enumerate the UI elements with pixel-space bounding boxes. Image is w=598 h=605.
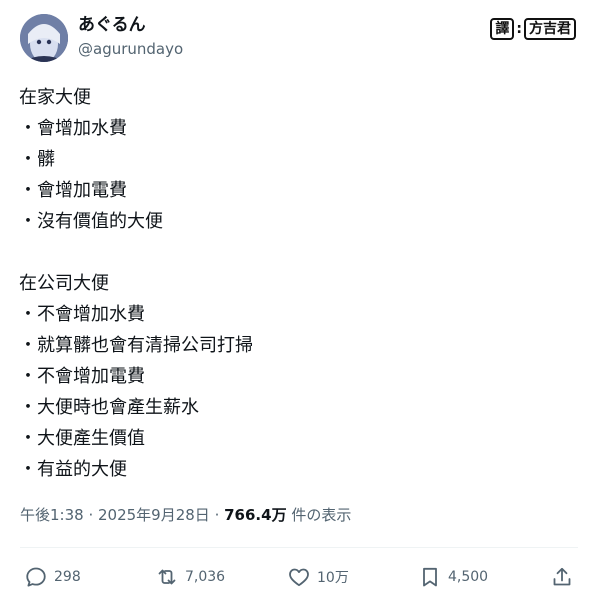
bookmark-icon xyxy=(423,567,437,587)
heart-icon xyxy=(289,568,309,587)
like-count: 10万 xyxy=(317,570,349,586)
post-date[interactable]: 2025年9月28日 xyxy=(98,506,210,524)
reply-icon xyxy=(26,567,46,587)
like-button[interactable]: 10万 xyxy=(287,560,349,594)
tweet-card: あぐるん @agurundayo 譯 : 方吉君 在家大便 ・會增加水費 ・髒 … xyxy=(0,0,598,605)
meta-separator: · xyxy=(83,506,98,524)
post-text: 在家大便 ・會增加水費 ・髒 ・會增加電費 ・沒有價值的大便 在公司大便 ・不會… xyxy=(19,82,579,485)
watermark-left: 譯 xyxy=(490,18,515,40)
avatar[interactable] xyxy=(20,14,68,62)
post-line: ・大便時也會產生薪水 xyxy=(19,397,199,418)
post-line: ・髒 xyxy=(19,149,55,170)
post-line: 在公司大便 xyxy=(19,273,109,294)
post-line: ・會增加電費 xyxy=(19,180,127,201)
post-line: 在家大便 xyxy=(19,87,91,108)
post-line: ・有益的大便 xyxy=(19,459,127,480)
post-line: ・沒有價值的大便 xyxy=(19,211,163,232)
reply-count: 298 xyxy=(54,569,81,585)
retweet-count: 7,036 xyxy=(185,569,226,585)
watermark-right: 方吉君 xyxy=(524,18,576,40)
action-bar: 298 7,036 10万 4,500 xyxy=(0,560,598,594)
share-button[interactable] xyxy=(550,560,574,594)
bookmark-count: 4,500 xyxy=(448,569,489,585)
views-label: 件の表示 xyxy=(286,506,352,524)
post-line: ・就算髒也會有清掃公司打掃 xyxy=(19,335,253,356)
retweet-icon xyxy=(158,569,176,585)
display-name[interactable]: あぐるん xyxy=(78,14,146,36)
post-meta: 午後1:38 · 2025年9月28日 · 766.4万 件の表示 xyxy=(20,504,351,526)
avatar-image xyxy=(20,14,68,62)
post-time[interactable]: 午後1:38 xyxy=(20,506,84,524)
retweet-button[interactable]: 7,036 xyxy=(155,560,225,594)
views-count[interactable]: 766.4万 xyxy=(224,506,286,524)
post-line: ・不會增加水費 xyxy=(19,304,145,325)
post-line: ・大便產生價值 xyxy=(19,428,145,449)
post-line: ・會增加水費 xyxy=(19,118,127,139)
user-handle[interactable]: @agurundayo xyxy=(78,39,183,59)
share-icon xyxy=(553,567,571,586)
meta-separator: · xyxy=(209,506,225,524)
divider xyxy=(20,547,578,548)
watermark-colon: : xyxy=(516,21,522,37)
translator-watermark: 譯 : 方吉君 xyxy=(490,18,576,40)
reply-button[interactable]: 298 xyxy=(24,560,81,594)
post-line: ・不會增加電費 xyxy=(19,366,145,387)
bookmark-button[interactable]: 4,500 xyxy=(418,560,488,594)
